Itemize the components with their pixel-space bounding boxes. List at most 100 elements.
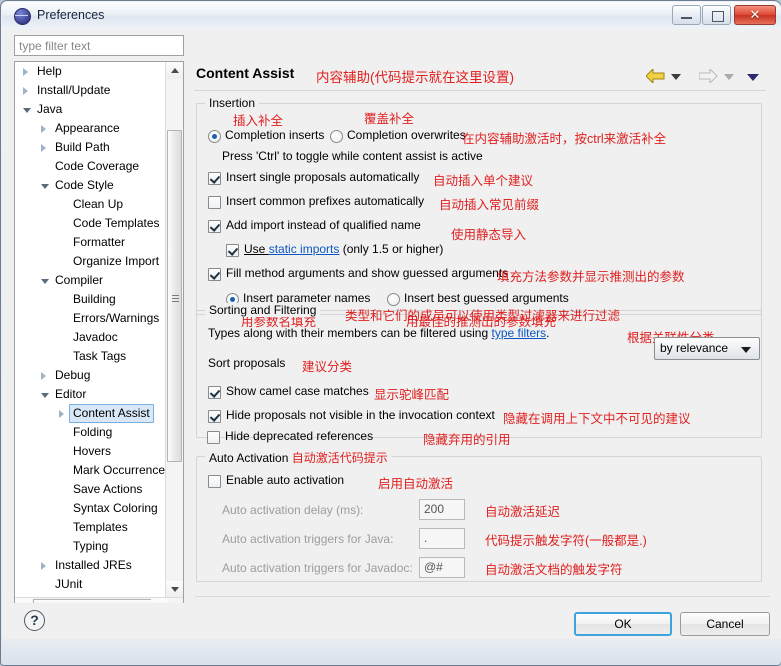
tree-item-code-templates[interactable]: Code Templates bbox=[15, 214, 167, 233]
checkbox-insert-common-prefixes[interactable] bbox=[208, 196, 221, 209]
tree-item-label: Javadoc bbox=[73, 330, 118, 344]
tree-item-errors-warnings[interactable]: Errors/Warnings bbox=[15, 309, 167, 328]
tree-item-folding[interactable]: Folding bbox=[15, 423, 167, 442]
checkbox-hide-not-visible[interactable] bbox=[208, 410, 221, 423]
tree-item-build-path[interactable]: Build Path bbox=[15, 138, 167, 157]
auto-activation-delay-input[interactable]: 200 bbox=[419, 499, 465, 520]
close-button[interactable]: ✕ bbox=[734, 5, 776, 25]
tree-vertical-scrollbar[interactable] bbox=[165, 62, 183, 598]
chevron-right-icon[interactable] bbox=[41, 144, 46, 152]
types-filter-suffix: . bbox=[546, 326, 550, 340]
tree-item-save-actions[interactable]: Save Actions bbox=[15, 480, 167, 499]
tree-item-junit[interactable]: JUnit bbox=[15, 575, 167, 594]
chevron-right-icon[interactable] bbox=[23, 68, 28, 76]
tree-item-compiler[interactable]: Compiler bbox=[15, 271, 167, 290]
radio-completion-overwrites[interactable] bbox=[330, 130, 343, 143]
chevron-right-icon[interactable] bbox=[41, 562, 46, 570]
use-mnemonic: Use bbox=[244, 242, 269, 256]
types-filter-text: Types along with their members can be fi… bbox=[208, 326, 550, 340]
help-icon[interactable]: ? bbox=[24, 610, 45, 631]
auto-activation-group-title: Auto Activation 自动激活代码提示 bbox=[205, 449, 392, 466]
sort-proposals-combo[interactable]: by relevance bbox=[654, 337, 760, 360]
preferences-tree[interactable]: Help Install/Update Java Appearance Build Pa… bbox=[14, 61, 184, 616]
checkbox-enable-auto-activation[interactable] bbox=[208, 475, 221, 488]
tree-item-label: Code Coverage bbox=[55, 159, 140, 173]
eclipse-globe-icon bbox=[14, 8, 31, 25]
tree-item-install-update[interactable]: Install/Update bbox=[15, 81, 167, 100]
tree-item-java[interactable]: Java bbox=[15, 100, 167, 119]
auto-activation-java-input[interactable]: . bbox=[419, 528, 465, 549]
chevron-down-icon[interactable] bbox=[41, 393, 49, 398]
tree-item-label: Installed JREs bbox=[55, 558, 132, 572]
tree-item-task-tags[interactable]: Task Tags bbox=[15, 347, 167, 366]
tree-item-label: Mark Occurrence bbox=[73, 463, 166, 477]
page-header: Content Assist 内容辅助(代码提示就在这里设置) bbox=[194, 61, 770, 91]
static-imports-link[interactable]: static imports bbox=[269, 242, 340, 256]
tree-item-hovers[interactable]: Hovers bbox=[15, 442, 167, 461]
static-imports-suffix: (only 1.5 or higher) bbox=[339, 242, 444, 256]
tree-item-templates[interactable]: Templates bbox=[15, 518, 167, 537]
checkbox-insert-single-proposals-label: Insert single proposals automatically bbox=[226, 170, 420, 184]
grip-line bbox=[172, 295, 179, 296]
tree-item-building[interactable]: Building bbox=[15, 290, 167, 309]
checkbox-fill-method-arguments-label: Fill method arguments and show guessed a… bbox=[226, 266, 509, 280]
tree-item-appearance[interactable]: Appearance bbox=[15, 119, 167, 138]
filter-input[interactable] bbox=[14, 35, 184, 56]
tree-item-code-style[interactable]: Code Style bbox=[15, 176, 167, 195]
tree-item-organize-import[interactable]: Organize Import bbox=[15, 252, 167, 271]
tree-item-code-coverage[interactable]: Code Coverage bbox=[15, 157, 167, 176]
tree-item-content-assist[interactable]: Content Assist bbox=[15, 404, 167, 423]
forward-history-dropdown-icon bbox=[724, 74, 734, 80]
minimize-button[interactable] bbox=[672, 5, 701, 25]
tree-item-syntax-coloring[interactable]: Syntax Coloring bbox=[15, 499, 167, 518]
chevron-right-icon[interactable] bbox=[41, 372, 46, 380]
tree-item-label: Java bbox=[37, 102, 63, 116]
chevron-right-icon[interactable] bbox=[41, 125, 46, 133]
checkbox-hide-not-visible-label: Hide proposals not visible in the invoca… bbox=[226, 408, 495, 422]
chevron-right-icon[interactable] bbox=[23, 87, 28, 95]
checkbox-insert-single-proposals[interactable] bbox=[208, 172, 221, 185]
window-title: Preferences bbox=[37, 8, 105, 22]
page-title: Content Assist bbox=[196, 65, 295, 81]
back-history-dropdown-icon[interactable] bbox=[671, 74, 681, 80]
checkbox-fill-method-arguments[interactable] bbox=[208, 268, 221, 281]
tree-item-mark-occurrence[interactable]: Mark Occurrence bbox=[15, 461, 167, 480]
checkbox-add-import[interactable] bbox=[208, 220, 221, 233]
type-filters-link[interactable]: type filters bbox=[491, 326, 546, 340]
tree-item-installed-jres[interactable]: Installed JREs bbox=[15, 556, 167, 575]
page-menu-dropdown-icon[interactable] bbox=[747, 74, 759, 81]
enable-auto-activation-annotation: 启用自动激活 bbox=[378, 477, 454, 491]
tree-item-debug[interactable]: Debug bbox=[15, 366, 167, 385]
radio-insert-best-guessed-label: Insert best guessed arguments bbox=[404, 291, 569, 305]
tree-item-clean-up[interactable]: Clean Up bbox=[15, 195, 167, 214]
tree-scroll-up-button[interactable] bbox=[166, 62, 183, 79]
tree-item-editor[interactable]: Editor bbox=[15, 385, 167, 404]
chevron-down-icon bbox=[171, 587, 179, 592]
chevron-right-icon[interactable] bbox=[59, 410, 64, 418]
tree-item-formatter[interactable]: Formatter bbox=[15, 233, 167, 252]
tree-scroll-down-button[interactable] bbox=[166, 581, 183, 598]
chevron-down-icon[interactable] bbox=[23, 108, 31, 113]
chevron-down-icon[interactable] bbox=[41, 184, 49, 189]
checkbox-hide-deprecated[interactable] bbox=[207, 431, 220, 444]
checkbox-show-camel-case[interactable] bbox=[208, 386, 221, 399]
cancel-button[interactable]: Cancel bbox=[680, 612, 770, 636]
tree-item-label: Editor bbox=[55, 387, 87, 401]
radio-completion-inserts[interactable] bbox=[208, 130, 221, 143]
checkbox-use-static-imports-label: Use static imports (only 1.5 or higher) bbox=[244, 242, 443, 256]
auto-activation-javadoc-input[interactable]: @# bbox=[419, 557, 465, 578]
tree-item-typing[interactable]: Typing bbox=[15, 537, 167, 556]
javadoc-trigger-annotation: 自动激活文档的触发字符 bbox=[485, 563, 623, 577]
tree-item-help[interactable]: Help bbox=[15, 62, 167, 81]
checkbox-use-static-imports[interactable] bbox=[226, 244, 239, 257]
tree-item-label: Typing bbox=[73, 539, 109, 553]
tree-scrollbar-thumb[interactable] bbox=[167, 130, 182, 462]
ok-button[interactable]: OK bbox=[574, 612, 672, 636]
chevron-down-icon[interactable] bbox=[41, 279, 49, 284]
maximize-button[interactable] bbox=[702, 5, 731, 25]
tree-item-label: Organize Import bbox=[73, 254, 160, 268]
back-arrow-icon[interactable] bbox=[645, 67, 665, 86]
auto-activation-title-annotation: 自动激活代码提示 bbox=[291, 451, 388, 465]
tree-item-label: Build Path bbox=[55, 140, 110, 154]
tree-item-javadoc[interactable]: Javadoc bbox=[15, 328, 167, 347]
